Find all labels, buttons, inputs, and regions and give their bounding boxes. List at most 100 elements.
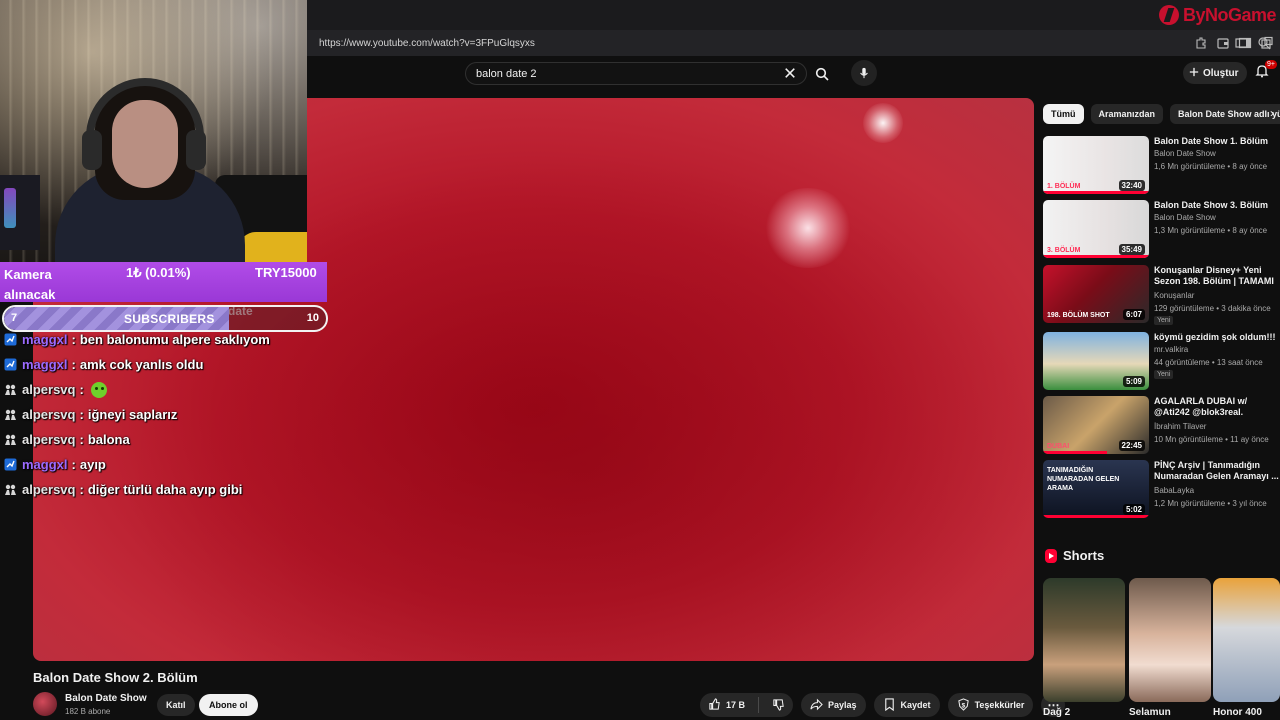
chat-text: balona (87, 432, 130, 447)
search-icon[interactable] (809, 62, 835, 85)
clear-search-icon[interactable] (781, 64, 799, 82)
subscribers-target: 10 (306, 312, 319, 324)
join-button[interactable]: Katıl (157, 694, 195, 716)
filter-chip[interactable]: Balon Date Show adlı yü (1170, 104, 1280, 124)
thumbnail-label: 3. BÖLÜM (1047, 247, 1081, 254)
chat-message: maggxl: ayıp (4, 452, 324, 477)
group-badge-icon (4, 408, 17, 421)
recommended-video-meta: 129 görüntüleme • 3 dakika önce (1154, 304, 1271, 313)
chat-message: maggxl: ben balonumu alpere saklıyom (4, 327, 324, 352)
create-button[interactable]: Oluştur (1183, 62, 1247, 84)
filter-chip[interactable]: Aramanızdan (1090, 104, 1164, 124)
thumbnail-label: DUBAI (1047, 443, 1070, 450)
shorts-icon (1045, 548, 1057, 563)
create-label: Oluştur (1203, 67, 1239, 79)
video-title: Balon Date Show 2. Bölüm (33, 670, 198, 685)
recommended-video-title[interactable]: köymü gezidim şok oldum!!! (1154, 332, 1280, 343)
short-title[interactable]: Selamun (1129, 707, 1171, 718)
short-thumbnail[interactable] (1129, 578, 1211, 702)
thanks-button[interactable]: $ Teşekkürler (947, 693, 1034, 717)
recommended-video[interactable]: 1. BÖLÜM 32:40 Balon Date Show 1. Bölüm Bal… (1043, 136, 1280, 196)
chat-text: diğer türlü daha ayıp gibi (87, 482, 243, 497)
thumbs-down-icon (772, 698, 785, 713)
search-box[interactable] (465, 62, 807, 85)
recommended-video-channel[interactable]: Balon Date Show (1154, 213, 1216, 222)
video-thumbnail[interactable]: 198. BÖLÜM SHOT 6:07 (1043, 265, 1149, 323)
recommended-video-title[interactable]: Balon Date Show 3. Bölüm (1154, 200, 1280, 211)
video-thumbnail[interactable]: DUBAI 22:45 (1043, 396, 1149, 454)
dislike-button[interactable] (764, 693, 793, 717)
chat-separator: : (71, 357, 76, 372)
recommended-video-channel[interactable]: Konuşanlar (1154, 291, 1194, 300)
channel-subscriber-count: 182 B abone (65, 707, 111, 716)
donation-title: Kamera alınacak (4, 267, 56, 302)
subscribe-button[interactable]: Abone ol (199, 694, 258, 716)
extensions-icon[interactable] (1194, 36, 1208, 50)
video-thumbnail[interactable]: 3. BÖLÜM 35:49 (1043, 200, 1149, 258)
channel-avatar[interactable] (33, 692, 57, 716)
like-divider (758, 697, 760, 713)
video-thumbnail[interactable]: 1. BÖLÜM 32:40 (1043, 136, 1149, 194)
chat-text: amk cok yanlıs oldu (79, 357, 204, 372)
short-title[interactable]: Dağ 2 (1043, 707, 1070, 718)
save-button[interactable]: Kaydet (873, 693, 940, 717)
recommended-video-title[interactable]: Balon Date Show 1. Bölüm (1154, 136, 1280, 147)
wallet-icon[interactable] (1216, 36, 1230, 50)
copy-icon[interactable] (1260, 36, 1274, 50)
headphone-ear-right (186, 130, 206, 170)
prime-badge-icon (4, 358, 17, 371)
webcam-yellow-pillow (238, 232, 307, 262)
video-duration: 22:45 (1118, 440, 1145, 451)
video-duration: 35:49 (1118, 244, 1145, 255)
watermark: ByNoGame (1158, 2, 1277, 28)
thanks-label: Teşekkürler (974, 700, 1025, 710)
recommended-video[interactable]: 3. BÖLÜM 35:49 Balon Date Show 3. Bölüm Bal… (1043, 200, 1280, 260)
short-thumbnail[interactable] (1043, 578, 1125, 702)
recommended-video[interactable]: DUBAI 22:45 AGALARLA DUBAI w/ @Ati242 @blo… (1043, 396, 1280, 456)
short-title[interactable]: Honor 400 (1213, 707, 1262, 718)
recommended-video-title[interactable]: Konuşanlar Disney+ Yeni Sezon 198. Bölüm… (1154, 265, 1280, 287)
video-duration: 5:02 (1122, 504, 1145, 515)
chevron-right-icon[interactable]: › (1270, 106, 1280, 122)
channel-name[interactable]: Balon Date Show (65, 693, 147, 704)
recommended-video-title[interactable]: AGALARLA DUBAI w/ @Ati242 @blok3real. (1154, 396, 1280, 418)
chat-username: alpersvq (22, 382, 76, 397)
thumbnail-label: 198. BÖLÜM SHOT (1047, 312, 1110, 319)
watermark-logo-icon (1158, 5, 1179, 25)
recommended-video-channel[interactable]: Balon Date Show (1154, 149, 1216, 158)
chat-username: maggxl (22, 457, 68, 472)
sidebar-toggle-icon[interactable] (1238, 36, 1252, 50)
url-text[interactable]: https://www.youtube.com/watch?v=3FPuGlqs… (319, 38, 535, 49)
recommended-video-channel[interactable]: BabaLayka (1154, 486, 1194, 495)
search-input[interactable] (476, 67, 776, 80)
recommended-video[interactable]: 198. BÖLÜM SHOT 6:07 Konuşanlar Disney+ Ye… (1043, 265, 1280, 325)
watch-progress-bar (1043, 255, 1149, 258)
plus-icon (1189, 67, 1199, 80)
youtube-header: Oluştur 9+ (307, 56, 1280, 96)
voice-search-icon[interactable] (851, 60, 877, 86)
video-thumbnail[interactable]: TANIMADIĞIN NUMARADAN GELEN ARAMA 5:02 (1043, 460, 1149, 518)
address-bar[interactable]: https://www.youtube.com/watch?v=3FPuGlqs… (307, 30, 1280, 56)
chat-separator: : (71, 457, 76, 472)
video-light-glow (763, 188, 853, 268)
chat-username: alpersvq (22, 482, 76, 497)
like-button[interactable]: 17 B (700, 693, 753, 717)
chat-message: maggxl: amk cok yanlıs oldu (4, 352, 324, 377)
short-thumbnail[interactable] (1213, 578, 1280, 702)
recommended-video-channel[interactable]: mr.valkira (1154, 345, 1188, 354)
chat-separator: : (79, 407, 84, 422)
thumbs-up-icon (708, 697, 721, 713)
filter-chips: Tümü Aramanızdan Balon Date Show adlı yü (1043, 104, 1280, 124)
recommended-video-title[interactable]: PİNÇ Arşiv | Tanımadığın Numaradan Gelen… (1154, 460, 1280, 482)
recommended-video-meta: 1,6 Mn görüntüleme • 8 ay önce (1154, 162, 1268, 171)
video-duration: 5:09 (1122, 376, 1145, 387)
notification-count-badge: 9+ (1265, 60, 1277, 69)
watch-progress-bar (1043, 451, 1107, 454)
video-thumbnail[interactable]: 5:09 (1043, 332, 1149, 390)
filter-chip[interactable]: Tümü (1043, 104, 1084, 124)
recommended-video-channel[interactable]: İbrahim Tilaver (1154, 422, 1206, 431)
share-button[interactable]: Paylaş (801, 693, 866, 717)
video-actions: 17 B Paylaş Kaydet $ Teşekkürler ⋯ (700, 693, 1066, 717)
recommended-video[interactable]: TANIMADIĞIN NUMARADAN GELEN ARAMA 5:02 PİN… (1043, 460, 1280, 520)
recommended-video[interactable]: 5:09 köymü gezidim şok oldum!!! mr.valkira… (1043, 332, 1280, 392)
